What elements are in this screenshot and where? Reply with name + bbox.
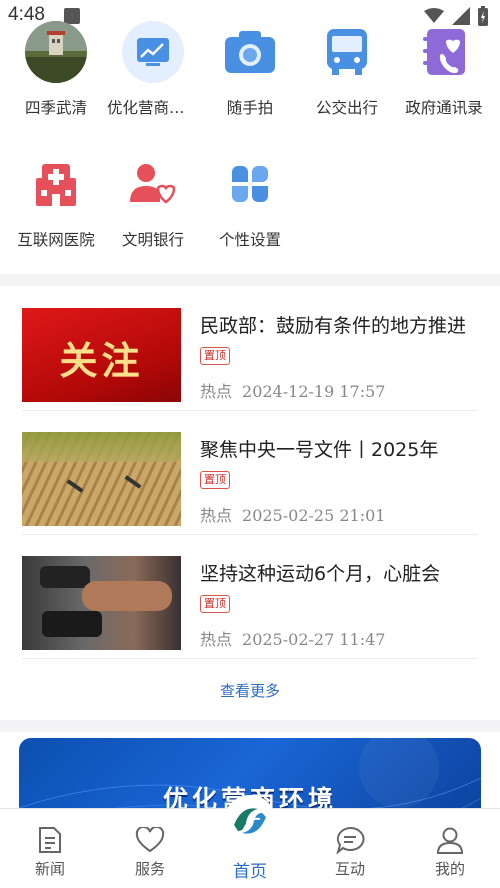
news-item[interactable]: 坚持这种运动6个月，心脏会 置顶 热点 2025-02-27 11:47 bbox=[22, 535, 478, 659]
section-divider bbox=[0, 274, 500, 286]
chat-bubble-icon bbox=[335, 825, 365, 855]
heart-outline-icon bbox=[135, 825, 165, 855]
nav-label: 首页 bbox=[233, 862, 267, 882]
user-heart-icon bbox=[121, 152, 185, 216]
nav-label: 服务 bbox=[134, 860, 165, 878]
nav-label: 互动 bbox=[334, 860, 365, 878]
news-time: 2025-02-27 11:47 bbox=[242, 630, 386, 649]
pinned-badge: 置顶 bbox=[200, 471, 230, 489]
nav-news[interactable]: 新闻 bbox=[0, 809, 100, 888]
news-item[interactable]: 关注 民政部：鼓励有条件的地方推进 置顶 热点 2024-12-19 17:57 bbox=[22, 287, 478, 411]
shortcut-label: 政府通讯录 bbox=[405, 99, 483, 117]
bus-icon bbox=[315, 20, 379, 84]
shortcut-business-environment[interactable]: 优化营商环境 bbox=[103, 20, 203, 118]
shortcut-label: 互联网医院 bbox=[17, 231, 95, 249]
news-thumbnail: 关注 bbox=[22, 308, 181, 402]
shortcut-label: 随手拍 bbox=[226, 99, 274, 117]
shortcut-label: 公交出行 bbox=[315, 99, 378, 117]
nav-label: 新闻 bbox=[34, 860, 65, 878]
news-title: 聚焦中央一号文件丨2025年 bbox=[200, 439, 439, 461]
four-petal-icon bbox=[218, 152, 282, 216]
person-icon bbox=[435, 825, 465, 855]
news-meta: 热点 2024-12-19 17:57 bbox=[200, 378, 385, 402]
news-item[interactable]: 聚焦中央一号文件丨2025年 置顶 热点 2025-02-25 21:01 bbox=[22, 411, 478, 535]
news-thumbnail bbox=[22, 556, 181, 650]
news-meta: 热点 2025-02-27 11:47 bbox=[200, 626, 385, 650]
shortcut-bus[interactable]: 公交出行 bbox=[297, 20, 397, 118]
news-time: 2024-12-19 17:57 bbox=[242, 382, 386, 401]
tower-photo-icon bbox=[24, 20, 88, 84]
pinned-badge: 置顶 bbox=[200, 347, 230, 365]
nav-services[interactable]: 服务 bbox=[100, 809, 200, 888]
news-category: 热点 bbox=[200, 630, 233, 649]
camera-icon bbox=[218, 20, 282, 84]
hospital-icon bbox=[24, 152, 88, 216]
section-divider bbox=[0, 720, 500, 732]
shortcut-civilization-bank[interactable]: 文明银行 bbox=[103, 152, 203, 250]
shortcut-personal-settings[interactable]: 个性设置 bbox=[200, 152, 300, 250]
nav-interaction[interactable]: 互动 bbox=[300, 809, 400, 888]
shortcut-snapshot[interactable]: 随手拍 bbox=[200, 20, 300, 118]
news-meta: 热点 2025-02-25 21:01 bbox=[200, 502, 385, 526]
nav-label: 我的 bbox=[434, 860, 465, 878]
contact-book-icon bbox=[412, 20, 476, 84]
news-category: 热点 bbox=[200, 382, 233, 401]
nav-mine[interactable]: 我的 bbox=[400, 809, 500, 888]
see-more-link[interactable]: 查看更多 bbox=[0, 680, 500, 701]
news-category: 热点 bbox=[200, 506, 233, 525]
shortcut-label: 四季武清 bbox=[24, 99, 87, 117]
home-logo-icon bbox=[224, 795, 276, 847]
chart-board-icon bbox=[121, 20, 185, 84]
shortcut-label: 优化营商环境 bbox=[107, 99, 201, 117]
pinned-badge: 置顶 bbox=[200, 595, 230, 613]
news-thumbnail bbox=[22, 432, 181, 526]
news-title: 民政部：鼓励有条件的地方推进 bbox=[200, 315, 467, 337]
shortcut-sijiwuqing[interactable]: 四季武清 bbox=[6, 20, 106, 118]
shortcut-label: 文明银行 bbox=[121, 231, 184, 249]
thumbnail-caption: 关注 bbox=[59, 339, 144, 383]
news-doc-icon bbox=[35, 825, 65, 855]
shortcut-internet-hospital[interactable]: 互联网医院 bbox=[6, 152, 106, 250]
nav-home[interactable]: 首页 bbox=[200, 795, 300, 888]
shortcut-label: 个性设置 bbox=[218, 231, 281, 249]
bottom-nav: 新闻 服务 首页 互动 我的 bbox=[0, 795, 500, 888]
news-title: 坚持这种运动6个月，心脏会 bbox=[200, 563, 441, 585]
news-time: 2025-02-25 21:01 bbox=[242, 506, 386, 525]
shortcut-gov-contacts[interactable]: 政府通讯录 bbox=[394, 20, 494, 118]
